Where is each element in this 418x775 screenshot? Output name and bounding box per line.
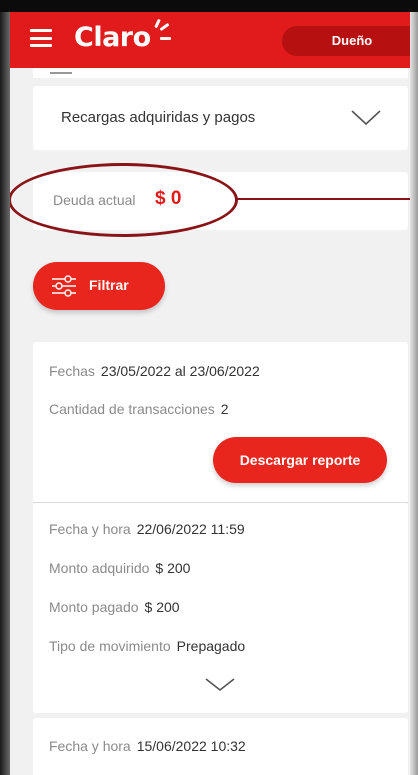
- role-button[interactable]: Dueño: [282, 26, 418, 56]
- tipo-movimiento-row: Tipo de movimiento Prepagado: [49, 638, 245, 656]
- tipo-movimiento-value: Prepagado: [176, 638, 246, 654]
- expand-chevron-down-icon[interactable]: [205, 678, 235, 692]
- transaction-card: Fecha y hora 22/06/2022 11:59 Monto adqui…: [33, 503, 408, 713]
- fecha-value: 15/06/2022 10:32: [136, 738, 246, 754]
- monto-adquirido-label: Monto adquirido: [49, 560, 150, 576]
- monto-adquirido-value: $ 200: [155, 560, 191, 576]
- recargas-dropdown[interactable]: Recargas adquiridas y pagos: [33, 86, 408, 150]
- sliders-icon: [51, 275, 77, 302]
- download-report-button[interactable]: Descargar reporte: [213, 437, 387, 483]
- monto-pagado-label: Monto pagado: [49, 599, 139, 615]
- fecha-label: Fecha y hora: [49, 738, 131, 754]
- fechas-value: 23/05/2022 al 23/06/2022: [100, 363, 260, 379]
- previous-card-line: [50, 72, 72, 74]
- device-edge-left: [0, 12, 10, 775]
- hamburger-menu-icon[interactable]: [30, 29, 52, 47]
- transaction-card: Fecha y hora 15/06/2022 10:32: [33, 718, 408, 775]
- cantidad-value: 2: [220, 401, 229, 417]
- filter-button[interactable]: Filtrar: [33, 262, 165, 310]
- tipo-movimiento-label: Tipo de movimiento: [49, 638, 171, 654]
- chevron-down-icon: [351, 110, 381, 126]
- status-bar: [0, 0, 418, 12]
- filter-label: Filtrar: [89, 277, 129, 293]
- annotation-ellipse: [8, 163, 238, 237]
- cantidad-row: Cantidad de transacciones 2: [49, 401, 229, 419]
- previous-card-edge: [33, 68, 408, 78]
- cantidad-label: Cantidad de transacciones: [49, 401, 215, 417]
- monto-adquirido-row: Monto adquirido $ 200: [49, 560, 190, 578]
- fecha-row: Fecha y hora 22/06/2022 11:59: [49, 521, 245, 539]
- summary-card: Fechas 23/05/2022 al 23/06/2022 Cantidad …: [33, 342, 408, 502]
- fecha-label: Fecha y hora: [49, 521, 131, 537]
- monto-pagado-value: $ 200: [144, 599, 180, 615]
- annotation-line: [237, 198, 418, 200]
- logo-accent: [160, 37, 171, 40]
- claro-logo[interactable]: Claro: [74, 22, 151, 53]
- monto-pagado-row: Monto pagado $ 200: [49, 599, 180, 617]
- screen: Claro Dueño Recargas adquiridas y pagos …: [0, 0, 418, 775]
- logo-accent: [159, 22, 170, 32]
- device-edge-right: [410, 12, 418, 775]
- fechas-label: Fechas: [49, 363, 95, 379]
- fecha-row: Fecha y hora 15/06/2022 10:32: [49, 738, 246, 756]
- recargas-label: Recargas adquiridas y pagos: [61, 109, 256, 126]
- fechas-row: Fechas 23/05/2022 al 23/06/2022: [49, 363, 260, 381]
- fecha-value: 22/06/2022 11:59: [136, 521, 245, 537]
- app-bar: Claro Dueño: [10, 12, 418, 68]
